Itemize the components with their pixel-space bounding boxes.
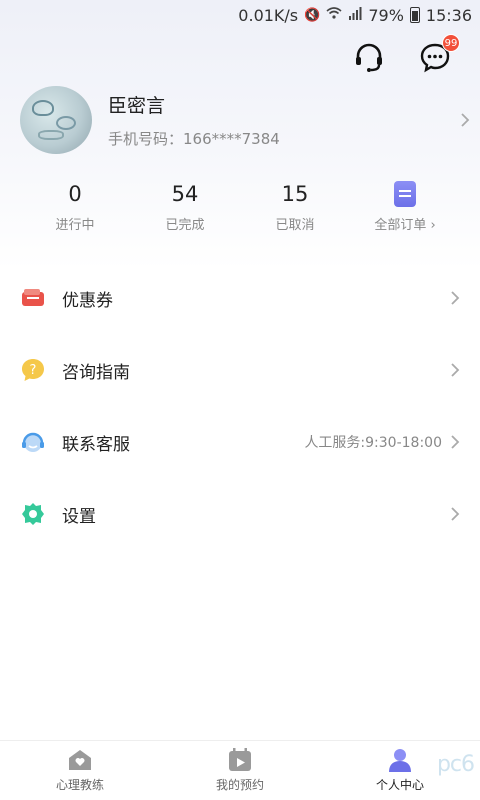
stat-value: 15 (281, 182, 309, 206)
coupon-icon (20, 285, 46, 311)
menu-item-guide[interactable]: ? 咨询指南 (0, 334, 480, 406)
tab-label: 我的预约 (215, 778, 264, 792)
battery-level: 79% (368, 5, 404, 25)
menu-label: 联系客服 (62, 434, 130, 455)
all-orders-button[interactable]: 全部订单 › (350, 180, 460, 240)
user-name: 臣密言 (108, 95, 166, 117)
avatar[interactable] (20, 86, 92, 154)
header-actions: 99 (352, 34, 460, 74)
mute-icon: 🔇 (304, 7, 321, 23)
battery-icon (409, 7, 420, 23)
network-speed: 0.01K/s (238, 5, 299, 25)
person-icon (389, 749, 411, 772)
tab-coach[interactable]: 心理教练 (0, 741, 160, 800)
order-stats: 0 进行中 54 已完成 15 已取消 全部订单 › (20, 180, 460, 240)
stat-completed[interactable]: 54 已完成 (130, 180, 240, 240)
chevron-right-icon (461, 113, 470, 127)
calendar-play-icon (229, 748, 251, 771)
tab-label: 个人中心 (375, 778, 424, 792)
chevron-right-icon (451, 435, 460, 449)
customer-service-icon (20, 429, 46, 455)
chevron-right-icon (451, 291, 460, 305)
profile-card[interactable]: 臣密言 手机号码：166****7384 (20, 85, 470, 155)
menu-label: 咨询指南 (62, 362, 130, 383)
bottom-tab-bar: 心理教练 我的预约 个人中心 (0, 740, 480, 800)
home-heart-icon (69, 750, 91, 770)
menu-item-settings[interactable]: 设置 (0, 478, 480, 550)
menu-label: 优惠券 (62, 290, 113, 311)
profile-info: 臣密言 手机号码：166****7384 (108, 91, 460, 149)
tab-label: 心理教练 (55, 778, 104, 792)
user-phone: 手机号码：166****7384 (108, 130, 280, 148)
stat-label: 已完成 (165, 218, 205, 233)
stat-cancelled[interactable]: 15 已取消 (240, 180, 350, 240)
tab-appointments[interactable]: 我的预约 (160, 741, 320, 800)
chevron-right-icon (451, 507, 460, 521)
message-badge: 99 (442, 34, 460, 52)
clock: 15:36 (425, 5, 472, 25)
all-orders-label: 全部订单 › (374, 218, 436, 233)
stat-value: 54 (171, 182, 199, 206)
menu-item-customer-service[interactable]: 联系客服 人工服务:9:30-18:00 (0, 406, 480, 478)
signal-icon (348, 6, 362, 24)
stat-label: 进行中 (55, 218, 95, 233)
headset-icon (356, 43, 382, 72)
menu-list: 优惠券 ? 咨询指南 联系客服 人工服务:9:30-18:00 设置 (0, 262, 480, 550)
question-icon: ? (20, 357, 46, 383)
chevron-right-icon (451, 363, 460, 377)
status-bar: 0.01K/s 🔇 79% 15:36 (0, 0, 480, 30)
menu-label: 设置 (62, 506, 96, 527)
messages-button[interactable]: 99 (418, 34, 460, 74)
svg-text:?: ? (30, 363, 37, 378)
gear-icon (20, 501, 46, 527)
stat-label: 已取消 (275, 218, 315, 233)
headset-button[interactable] (352, 40, 386, 74)
stat-in-progress[interactable]: 0 进行中 (20, 180, 130, 240)
menu-item-coupons[interactable]: 优惠券 (0, 262, 480, 334)
service-hours: 人工服务:9:30-18:00 (304, 435, 442, 451)
stat-value: 0 (68, 182, 82, 206)
orders-icon (394, 181, 416, 207)
wifi-icon (326, 6, 342, 24)
watermark: pc6 (436, 752, 475, 777)
